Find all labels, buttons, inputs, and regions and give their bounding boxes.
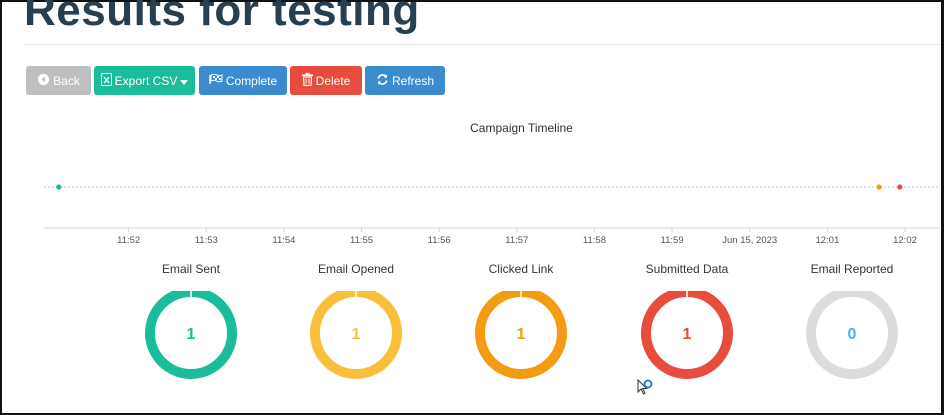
timeline-tick-label: 12:01 — [815, 235, 839, 246]
caret-down-icon — [180, 75, 189, 87]
timeline-tick-label: 11:52 — [117, 235, 140, 246]
refresh-button[interactable]: Refresh — [365, 66, 445, 95]
trash-icon — [301, 73, 313, 88]
stat-label: Submitted Data — [645, 262, 729, 276]
circle-arrow-left-icon — [37, 73, 50, 88]
export-csv-button[interactable]: Export CSV — [94, 66, 195, 95]
busy-cursor-icon — [637, 378, 657, 401]
stat-value: 1 — [683, 326, 692, 343]
timeline-tick-label: 11:54 — [272, 235, 295, 246]
timeline-point — [876, 184, 882, 190]
timeline-tick-label: 11:56 — [428, 235, 451, 246]
stat-donut: 1 — [145, 291, 237, 379]
back-label: Back — [53, 73, 80, 88]
flag-checkered-icon — [209, 73, 223, 87]
title-divider — [24, 44, 940, 45]
timeline-tick-label: Jun 15, 2023 — [722, 235, 777, 246]
stat-value: 1 — [187, 326, 196, 343]
complete-label: Complete — [225, 73, 278, 88]
delete-label: Delete — [315, 73, 351, 88]
refresh-label: Refresh — [391, 73, 435, 88]
stat-donut: 1 — [641, 291, 733, 379]
stat-label: Clicked Link — [488, 262, 554, 276]
timeline-point — [897, 184, 903, 190]
stat-value: 1 — [517, 326, 526, 343]
chart-title: Campaign Timeline — [0, 121, 944, 135]
timeline-tick-label: 11:53 — [195, 235, 218, 246]
timeline-tick-label: 11:59 — [661, 235, 684, 246]
timeline-tick-label: 12:02 — [893, 235, 917, 246]
campaign-timeline-chart: 11:52 11:53 11:54 11:55 11:56 11:57 11:58 11:59… — [44, 184, 940, 246]
stat-donut: 1 — [475, 291, 567, 379]
stat-donut: 0 — [806, 291, 898, 379]
file-excel-icon — [100, 73, 112, 88]
stat-value: 0 — [848, 326, 857, 343]
stat-label: Email Sent — [161, 262, 221, 276]
timeline-tick-label: 11:58 — [583, 235, 606, 246]
stat-value: 1 — [352, 326, 361, 343]
stat-label: Email Opened — [317, 262, 395, 276]
chart-title-text: Campaign Timeline — [470, 121, 573, 135]
refresh-icon — [376, 73, 389, 88]
timeline-tick-label: 11:55 — [350, 235, 373, 246]
back-button[interactable]: Back — [26, 66, 91, 95]
complete-button[interactable]: Complete — [199, 66, 287, 95]
delete-button[interactable]: Delete — [290, 66, 362, 95]
stat-label: Email Reported — [810, 262, 894, 276]
timeline-tick-label: 11:57 — [505, 235, 528, 246]
timeline-point — [56, 184, 62, 190]
export-csv-label: Export CSV — [114, 73, 178, 88]
page-title: Results for testing — [24, 0, 420, 35]
stat-donut: 1 — [310, 291, 402, 379]
